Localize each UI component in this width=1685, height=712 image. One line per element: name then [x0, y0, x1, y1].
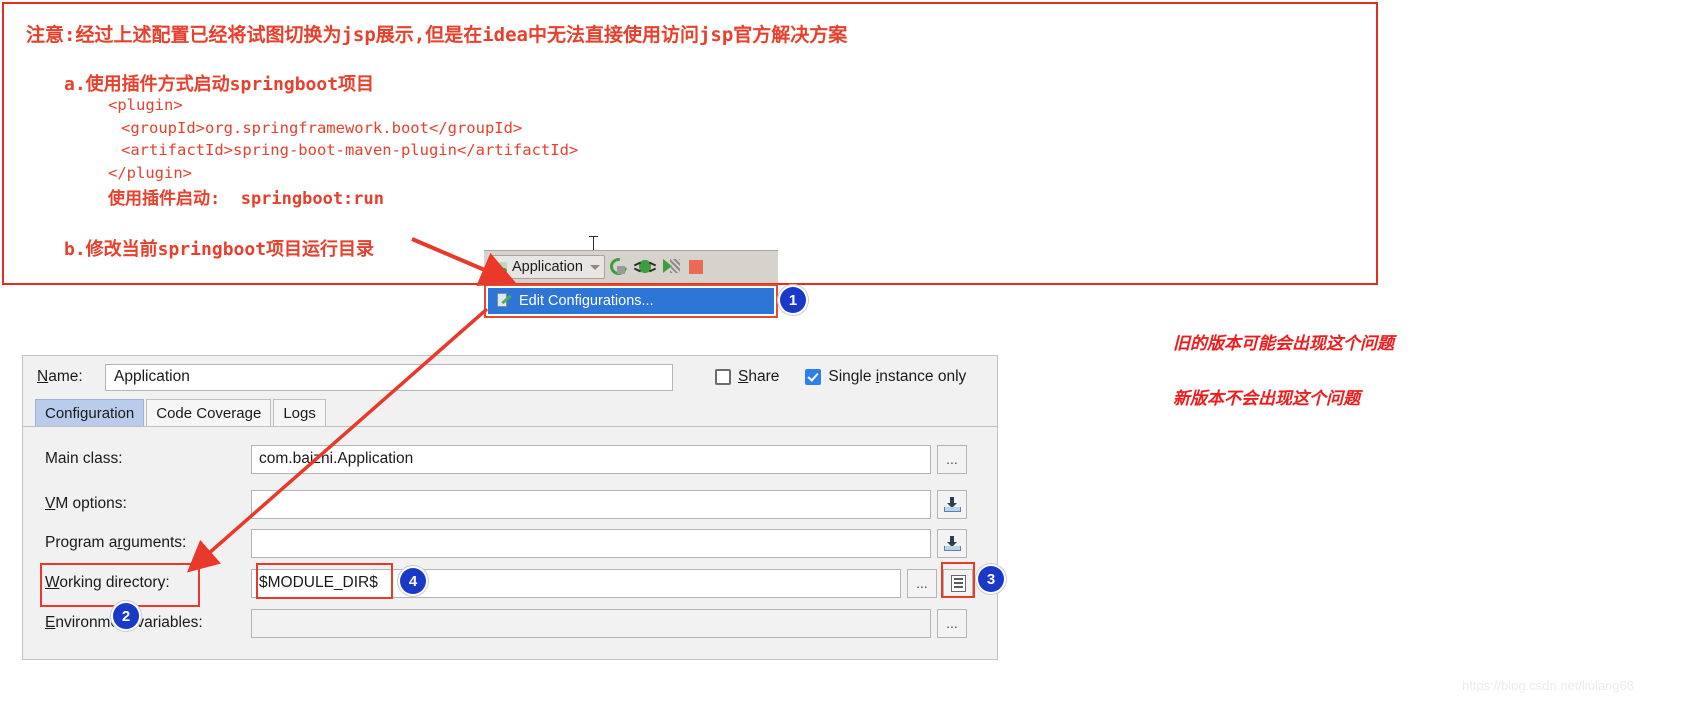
- row-program-arguments: Program arguments:: [23, 528, 997, 558]
- run-icon[interactable]: [606, 254, 631, 279]
- environment-variables-browse-button[interactable]: ...: [937, 608, 967, 638]
- note-code-line-2: <groupId>org.springframework.boot</group…: [121, 119, 523, 137]
- spring-leaf-icon: [494, 260, 509, 275]
- share-checkbox[interactable]: [715, 369, 731, 385]
- run-configuration-dialog: Name: Application Share Single instance …: [22, 355, 998, 660]
- side-note-new-version: 新版本不会出现这个问题: [1173, 389, 1360, 408]
- menu-item-edit-configurations[interactable]: Edit Configurations...: [488, 288, 774, 314]
- note-item-a: a.使用插件方式启动springboot项目: [64, 74, 375, 95]
- main-class-browse-button[interactable]: ...: [937, 444, 967, 474]
- tab-divider: [23, 426, 997, 427]
- note-title: 注意:经过上述配置已经将试图切换为jsp展示,但是在idea中无法直接使用访问j…: [26, 24, 848, 46]
- debug-icon[interactable]: [633, 255, 657, 279]
- name-label: Name:: [37, 368, 83, 385]
- note-code-line-5: 使用插件启动: springboot:run: [108, 189, 384, 209]
- main-class-input[interactable]: com.baizhi.Application: [251, 444, 931, 474]
- watermark: https://blog.csdn.net/liulang68: [1462, 678, 1635, 693]
- row-environment-variables: Environment variables: ...: [23, 608, 997, 638]
- environment-variables-input[interactable]: [251, 608, 931, 638]
- working-directory-browse-button[interactable]: ...: [907, 568, 937, 598]
- note-item-b: b.修改当前springboot项目运行目录: [64, 239, 375, 260]
- note-code-line-3: <artifactId>spring-boot-maven-plugin</ar…: [121, 141, 579, 159]
- row-main-class: Main class: com.baizhi.Application ...: [23, 444, 997, 474]
- side-note-old-version: 旧的版本可能会出现这个问题: [1173, 334, 1394, 353]
- run-configuration-selector[interactable]: Application: [490, 255, 605, 279]
- row-working-directory: Working directory: $MODULE_DIR$ ...: [23, 568, 997, 598]
- vm-options-macro-button[interactable]: [937, 489, 967, 519]
- dialog-tabs: Configuration Code Coverage Logs: [35, 399, 328, 426]
- share-checkbox-row[interactable]: Share: [715, 368, 779, 386]
- program-arguments-macro-button[interactable]: [937, 528, 967, 558]
- single-instance-checkbox-row[interactable]: Single instance only: [805, 368, 966, 386]
- menu-item-label: Edit Configurations...: [519, 293, 654, 309]
- run-configuration-dropdown-menu: Edit Configurations...: [484, 284, 778, 318]
- step-badge-4: 4: [400, 568, 426, 594]
- name-input[interactable]: Application: [105, 363, 673, 391]
- share-label: Share: [738, 368, 780, 385]
- tab-code-coverage[interactable]: Code Coverage: [146, 399, 272, 426]
- chevron-down-icon: [589, 264, 600, 270]
- step-badge-3: 3: [978, 566, 1004, 592]
- environment-variables-label: Environment variables:: [45, 614, 203, 631]
- edit-pencil-icon: [496, 293, 512, 309]
- tab-configuration[interactable]: Configuration: [35, 399, 145, 426]
- single-instance-label: Single instance only: [828, 368, 967, 385]
- expand-macro-icon: [943, 496, 961, 512]
- single-instance-checkbox[interactable]: [805, 369, 822, 385]
- main-class-label: Main class:: [45, 450, 123, 467]
- working-directory-input[interactable]: $MODULE_DIR$: [251, 568, 901, 598]
- expand-macro-icon: [943, 535, 961, 551]
- run-with-coverage-icon[interactable]: [659, 255, 683, 279]
- stop-icon[interactable]: [685, 255, 709, 279]
- program-arguments-label: Program arguments:: [45, 534, 187, 551]
- program-arguments-input[interactable]: [251, 528, 931, 558]
- name-row: Name: Application Share Single instance …: [23, 356, 997, 398]
- list-lines-icon: [950, 574, 966, 592]
- step-badge-1: 1: [780, 287, 806, 313]
- vm-options-input[interactable]: [251, 489, 931, 519]
- note-code-line-4: </plugin>: [108, 164, 192, 182]
- row-vm-options: VM options:: [23, 489, 997, 519]
- annotation-note-box: 注意:经过上述配置已经将试图切换为jsp展示,但是在idea中无法直接使用访问j…: [2, 2, 1378, 285]
- note-code-line-1: <plugin>: [108, 96, 183, 114]
- idea-run-toolbar: Application: [484, 250, 778, 283]
- tab-logs[interactable]: Logs: [273, 399, 326, 426]
- working-directory-macro-list-button[interactable]: [943, 568, 973, 598]
- step-badge-2: 2: [113, 603, 139, 629]
- working-directory-label: Working directory:: [45, 574, 170, 591]
- run-configuration-name: Application: [512, 259, 583, 275]
- vm-options-label: VM options:: [45, 495, 127, 512]
